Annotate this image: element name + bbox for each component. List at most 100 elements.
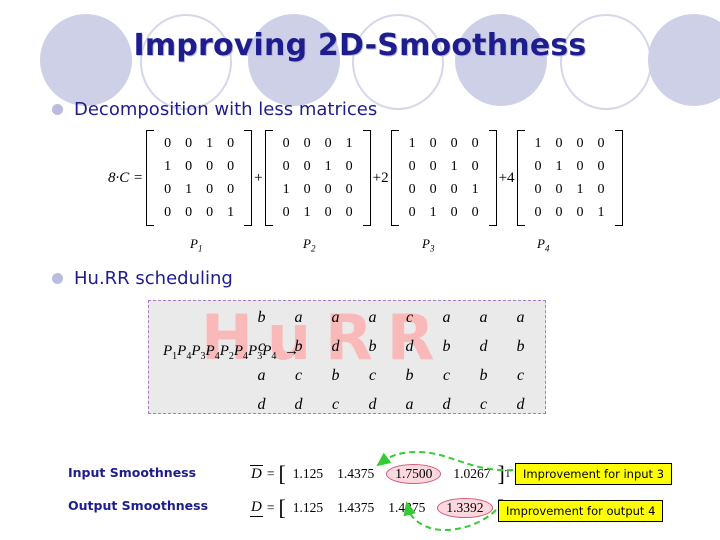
table-row: 0 0 0 1 [157,201,241,224]
schedule-cell: c [516,366,525,384]
matrix-label-p4-sub: 4 [544,243,550,254]
schedule-cell: c [442,366,451,384]
matrix-cell: 1 [555,158,563,174]
equation-operator-plus-2: +2 [372,169,389,186]
matrix-cell: 0 [408,181,416,197]
matrix-p1-table: 0 0 1 0 1 0 0 0 0 1 0 0 0 0 0 1 [157,132,241,224]
schedule-cell: d [479,337,488,355]
bullet-decomposition-label: Decomposition with less matrices [74,99,378,120]
matrix-cell: 0 [429,158,437,174]
d-underline-symbol: D [250,499,263,517]
matrix-cell: 0 [450,204,458,220]
schedule-cell: a [331,308,340,326]
input-value-0: 1.125 [292,466,324,481]
equation-lead: 8·C = [108,169,144,186]
matrix-cell: 0 [282,135,290,151]
table-row: 1 0 0 0 [402,132,486,155]
schedule-cell: d [257,395,266,413]
matrix-p4: 1 0 0 0 0 1 0 0 0 0 1 0 0 0 0 1 [516,130,623,226]
d-bar-symbol: D [250,465,263,482]
schedule-cell: a [257,366,266,384]
schedule-cell: a [405,395,414,413]
matrix-label-p2-sub: 2 [310,243,316,254]
matrix-cell: 1 [282,181,290,197]
matrix-cell: 1 [450,158,458,174]
matrix-cell: 1 [429,204,437,220]
schedule-cell: d [516,395,525,413]
output-smoothness-label: Output Smoothness [68,498,209,513]
schedule-cell: c [257,337,266,355]
schedule-cell: a [368,308,377,326]
table-row: b a a a c a a a [243,303,539,332]
matrix-cell: 1 [534,135,542,151]
input-smoothness-vector: D = [ 1.125 1.4375 1.7500 1.0267 ] T [250,463,511,485]
matrix-cell: 0 [534,204,542,220]
matrix-p3-table: 1 0 0 0 0 0 1 0 0 0 0 1 0 1 0 0 [402,132,486,224]
matrix-cell: 0 [206,181,214,197]
schedule-cell: b [294,337,303,355]
callout-output-improvement: Improvement for output 4 [498,500,664,522]
schedule-cell: b [405,366,414,384]
table-row: 0 0 0 1 [402,178,486,201]
matrix-label-p3-symbol: P [422,236,430,251]
equation-operator-plus-1: + [254,169,263,186]
matrix-cell: 0 [185,204,193,220]
matrix-p4-table: 1 0 0 0 0 1 0 0 0 0 1 0 0 0 0 1 [528,132,612,224]
perm-symbol: P [233,343,244,359]
table-row: 0 0 1 0 [402,155,486,178]
matrix-cell: 0 [471,204,479,220]
output-highlighted-value: 1.3392 [437,498,493,518]
matrix-cell: 0 [164,181,172,197]
matrix-p2-table: 0 0 0 1 0 0 1 0 1 0 0 0 0 1 0 0 [276,132,360,224]
matrix-cell: 0 [282,158,290,174]
matrix-label-p4-symbol: P [537,236,545,251]
matrix-cell: 0 [345,158,353,174]
schedule-cell: c [405,308,414,326]
matrix-cell: 0 [164,135,172,151]
matrix-cell: 0 [324,135,332,151]
matrix-cell: 0 [206,158,214,174]
matrix-cell: 0 [303,158,311,174]
schedule-cell: d [331,337,340,355]
matrix-label-p1-symbol: P [190,236,198,251]
matrix-cell: 0 [597,135,605,151]
schedule-cell: d [442,395,451,413]
matrix-cell: 1 [206,135,214,151]
bracket-close: ] [497,461,505,486]
schedule-cell: d [368,395,377,413]
matrix-cell: 0 [345,204,353,220]
matrix-label-p1: P1 [190,236,202,254]
matrix-label-p2: P2 [303,236,315,254]
matrix-cell: 0 [282,204,290,220]
table-row: 1 0 0 0 [276,178,360,201]
matrix-cell: 0 [227,135,235,151]
schedule-cell: c [479,395,488,413]
schedule-cell: b [368,337,377,355]
schedule-grid: b a a a c a a a c b d b d b d b a c b c … [243,303,539,419]
schedule-cell: a [442,308,451,326]
matrix-cell: 0 [303,135,311,151]
perm-symbol: P [177,343,187,359]
input-value-1: 1.4375 [337,466,375,481]
table-row: 0 1 0 0 [402,201,486,224]
bracket-open: [ [278,495,286,520]
bullet-dot-icon [52,104,63,115]
table-row: 1 0 0 0 [157,155,241,178]
table-row: 0 0 1 0 [528,178,612,201]
matrix-cell: 0 [429,181,437,197]
table-row: 0 1 0 0 [157,178,241,201]
matrix-cell: 0 [408,158,416,174]
table-row: 0 0 1 0 [157,132,241,155]
matrix-cell: 1 [576,181,584,197]
table-row: 0 0 0 1 [276,132,360,155]
matrix-cell: 0 [185,135,193,151]
matrix-cell: 0 [429,135,437,151]
matrix-cell: 0 [408,204,416,220]
input-value-3: 1.0267 [453,466,491,481]
matrix-cell: 0 [555,135,563,151]
output-value-0: 1.125 [292,500,324,515]
schedule-cell: c [368,366,377,384]
table-row: 1 0 0 0 [528,132,612,155]
table-row: 0 1 0 0 [276,201,360,224]
matrix-cell: 0 [597,158,605,174]
